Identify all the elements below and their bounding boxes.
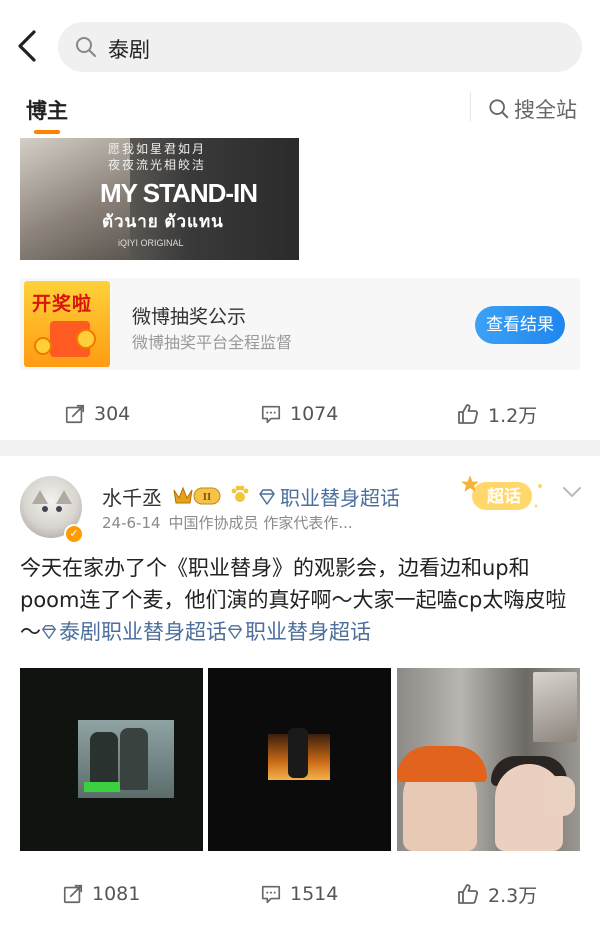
username[interactable]: 水千丞	[102, 482, 162, 511]
user-description: 中国作协成员 作家代表作...	[168, 514, 353, 532]
post-text: 今天在家办了个《职业替身》的观影会，边看边和up和poom连了个麦，他们演的真好…	[20, 552, 582, 648]
tab-divider	[470, 92, 471, 122]
view-result-button[interactable]: 查看结果	[475, 306, 565, 344]
search-icon	[76, 37, 97, 58]
lottery-image: 开奖啦	[24, 281, 110, 367]
active-tab-indicator	[34, 130, 60, 134]
coin-icon	[76, 329, 96, 349]
silhouette	[288, 728, 308, 778]
comment-count: 1074	[290, 403, 339, 425]
comment-icon	[261, 405, 281, 424]
back-arrow-icon[interactable]	[14, 28, 40, 64]
member-crown-icon: II	[173, 486, 221, 505]
repost-count: 1081	[92, 883, 141, 905]
search-all-button[interactable]: 搜全站	[488, 94, 577, 124]
cat-eye	[42, 506, 48, 512]
lottery-subtitle: 微博抽奖平台全程监督	[132, 333, 293, 352]
search-all-label: 搜全站	[514, 98, 577, 122]
comment-icon	[261, 885, 281, 904]
post-image[interactable]	[20, 668, 203, 851]
peace-hand	[545, 776, 575, 816]
thumbs-up-icon	[458, 404, 479, 424]
level-text: II	[203, 491, 212, 503]
poster-thai-title: ตัวนาย ตัวแทน	[102, 212, 224, 231]
post-image[interactable]	[208, 668, 391, 851]
cat-eye	[56, 506, 62, 512]
search-box[interactable]: 泰剧	[58, 22, 582, 72]
repost-icon	[63, 884, 83, 904]
diamond-icon	[228, 625, 242, 639]
silhouette	[120, 728, 148, 790]
post-image[interactable]	[397, 668, 580, 851]
tab-blogger[interactable]: 博主	[26, 95, 68, 125]
chevron-down-icon[interactable]	[560, 482, 584, 502]
diamond-icon	[259, 488, 275, 505]
lottery-card[interactable]: 开奖啦 微博抽奖公示 微博抽奖平台全程监督 查看结果	[20, 278, 580, 370]
post-meta: 24-6-14 中国作协成员 作家代表作...	[102, 512, 353, 533]
orange-hat	[397, 746, 487, 782]
coin-icon	[34, 337, 52, 355]
topic-link[interactable]: 职业替身超话	[245, 620, 371, 644]
supertopic-label: 职业替身超话	[280, 486, 400, 510]
repost-button[interactable]: 1081	[62, 866, 140, 922]
supertopic-badge-text: 超话	[487, 486, 521, 507]
search-icon	[489, 99, 509, 119]
screen-caption	[84, 782, 120, 792]
lottery-image-text: 开奖啦	[32, 293, 93, 315]
like-count: 1.2万	[488, 404, 538, 427]
supertopic-badge[interactable]: 超话	[456, 472, 548, 518]
supertopic-link[interactable]: 职业替身超话	[258, 482, 400, 511]
tab-bar: 博主 搜全站	[0, 86, 600, 138]
diamond-icon	[42, 625, 56, 639]
like-count: 2.3万	[488, 884, 538, 907]
topic-link[interactable]: 泰剧职业替身超话	[59, 620, 227, 644]
like-button[interactable]: 2.3万	[456, 866, 537, 922]
thumbs-up-icon	[458, 884, 479, 904]
poster-tagline: 夜夜流光相皎洁	[108, 158, 207, 172]
comment-count: 1514	[290, 883, 339, 905]
post-actions: 1081 1514 2.3万	[0, 866, 600, 922]
cat-ear	[56, 490, 72, 504]
top-bar: 泰剧	[0, 0, 600, 86]
search-query[interactable]: 泰剧	[108, 34, 150, 64]
post-card: 愿我如星君如月 夜夜流光相皎洁 MY STAND-IN ตัวนาย ตัวแท…	[0, 138, 600, 440]
lottery-title: 微博抽奖公示	[132, 306, 247, 328]
post-date: 24-6-14	[102, 514, 161, 532]
drama-poster-image[interactable]: 愿我如星君如月 夜夜流光相皎洁 MY STAND-IN ตัวนาย ตัวแท…	[20, 138, 299, 260]
comment-button[interactable]: 1514	[260, 866, 338, 922]
poster-tagline: 愿我如星君如月	[108, 142, 207, 156]
like-button[interactable]: 1.2万	[456, 386, 537, 442]
inset-photo	[533, 672, 577, 742]
cat-ear	[32, 490, 48, 504]
repost-button[interactable]: 304	[64, 386, 130, 442]
verified-badge-icon: ✓	[64, 524, 84, 544]
post-card: ✓ 水千丞 II 职业替身超话 24-6-14 中国作协成员 作家代表作... 超…	[0, 456, 600, 936]
post-actions: 304 1074 1.2万	[0, 386, 600, 442]
poster-title: MY STAND-IN	[100, 178, 258, 208]
repost-icon	[65, 404, 85, 424]
poster-brand: iQIYI ORIGINAL	[118, 238, 184, 248]
paw-badge-icon	[231, 485, 249, 502]
comment-button[interactable]: 1074	[260, 386, 338, 442]
repost-count: 304	[94, 403, 131, 425]
